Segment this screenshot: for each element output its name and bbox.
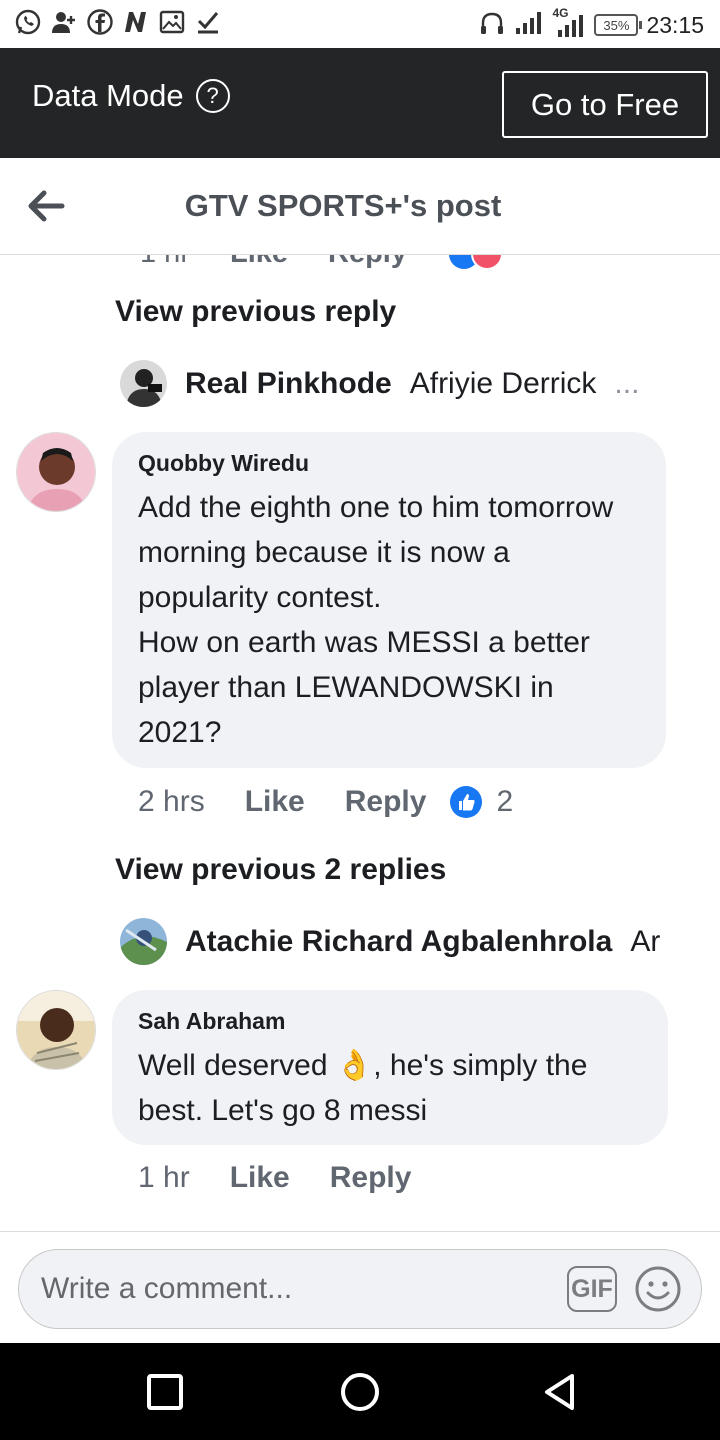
comment-actions: 1 hr Like Reply [138, 1161, 451, 1195]
comment-time: 1 hr [140, 255, 190, 271]
like-link[interactable]: Like [230, 255, 288, 271]
reply-ellipsis: ... [614, 366, 640, 400]
view-previous-replies-link[interactable]: View previous 2 replies [115, 853, 446, 887]
data-mode-bar: Data Mode ? Go to Free [0, 48, 720, 158]
gif-icon[interactable]: GIF [567, 1266, 617, 1312]
like-link[interactable]: Like [230, 1161, 290, 1195]
battery-level: 35% [603, 17, 630, 33]
signal-icon [514, 9, 544, 42]
view-previous-reply-link[interactable]: View previous reply [115, 295, 396, 329]
comment-text: Well deserved 👌, he's simply the best. L… [138, 1043, 642, 1133]
avatar[interactable] [16, 990, 96, 1070]
reply-link[interactable]: Reply [328, 255, 407, 271]
data-mode-title: Data Mode ? [32, 78, 230, 114]
comment-author-name[interactable]: Quobby Wiredu [138, 450, 640, 477]
reply-link[interactable]: Reply [330, 1161, 412, 1195]
comment-actions: 2 hrs Like Reply 2 [138, 785, 513, 819]
reply-author-name[interactable]: Atachie Richard Agbalenhrola [185, 925, 612, 959]
reply-preview[interactable]: Atachie Richard Agbalenhrola Ar [120, 918, 680, 965]
comment-text: Add the eighth one to him tomorrow morni… [138, 491, 614, 749]
comment-time: 1 hr [138, 1161, 190, 1194]
go-to-free-button[interactable]: Go to Free [502, 71, 708, 138]
news-icon [122, 8, 150, 36]
home-circle-icon[interactable] [339, 1371, 381, 1413]
avatar[interactable] [16, 432, 96, 512]
back-triangle-icon[interactable] [539, 1371, 581, 1413]
comment-input[interactable]: Write a comment... GIF [18, 1249, 702, 1329]
like-link[interactable]: Like [245, 785, 305, 819]
notification-icons [14, 8, 222, 36]
clipped-comment-actions: 1 hr Like Reply [140, 255, 507, 271]
headset-icon [478, 9, 506, 42]
clock: 23:15 [646, 11, 704, 38]
comment-placeholder[interactable]: Write a comment... [41, 1272, 292, 1306]
page-title: GTV SPORTS+'s post [184, 188, 502, 223]
post-header: GTV SPORTS+'s post [0, 158, 720, 255]
system-navigation-bar [0, 1343, 720, 1440]
reply-snippet: Afriyie Derrick [409, 366, 597, 400]
facebook-icon [86, 8, 114, 36]
comment-author-name[interactable]: Sah Abraham [138, 1008, 642, 1035]
comment-bubble: Sah Abraham Well deserved 👌, he's simply… [112, 990, 668, 1145]
download-done-icon [194, 8, 222, 36]
system-status: 4G 35% 23:15 [478, 6, 704, 42]
add-friend-icon [50, 8, 78, 36]
ok-hand-emoji: 👌 [335, 1049, 374, 1082]
reply-snippet: Ar [630, 924, 661, 958]
comment-composer: Write a comment... GIF [0, 1231, 720, 1343]
signal-4g-icon: 4G [552, 6, 586, 40]
data-mode-label: Data Mode [32, 78, 184, 113]
battery-icon: 35% [594, 14, 643, 36]
comment-text-start: Well deserved [138, 1049, 328, 1082]
comment-bubble: Quobby Wiredu Add the eighth one to him … [112, 432, 666, 768]
comment-time: 2 hrs [138, 785, 205, 818]
reactions-icon [447, 255, 507, 271]
recents-square-icon[interactable] [144, 1371, 186, 1413]
comments-feed[interactable]: 1 hr Like Reply View previous reply Real… [0, 255, 720, 1231]
avatar[interactable] [120, 918, 167, 965]
like-reaction-icon[interactable] [450, 786, 483, 818]
status-bar: 4G 35% 23:15 [0, 0, 720, 50]
help-icon[interactable]: ? [195, 79, 230, 113]
avatar[interactable] [120, 360, 167, 407]
reply-link[interactable]: Reply [345, 785, 427, 819]
reply-preview[interactable]: Real Pinkhode Afriyie Derrick ... [120, 360, 680, 407]
whatsapp-icon [14, 8, 42, 36]
reaction-count[interactable]: 2 [496, 785, 513, 819]
gallery-icon [158, 8, 186, 36]
emoji-icon[interactable] [633, 1264, 683, 1314]
reply-author-name[interactable]: Real Pinkhode [185, 367, 392, 401]
